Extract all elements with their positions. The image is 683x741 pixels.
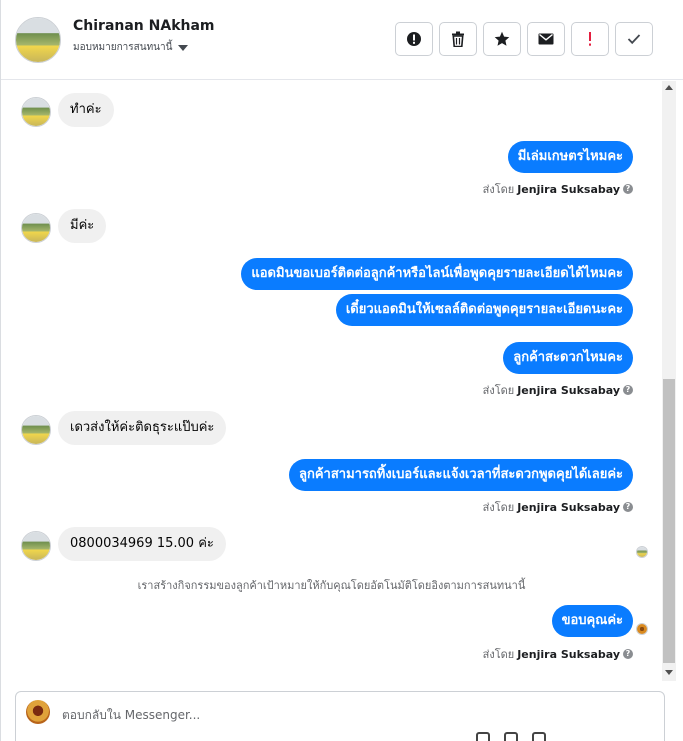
sender-name: Jenjira Suksabay: [517, 500, 620, 514]
conversation-panel: Chiranan NAkham มอบหมายการสนทนานี้ ทำค่ะ…: [0, 0, 683, 741]
conversation-header: Chiranan NAkham มอบหมายการสนทนานี้: [1, 0, 683, 80]
contact-avatar-small: [21, 531, 51, 561]
composer-toolbar: [476, 732, 546, 741]
outgoing-message[interactable]: เดี๋ยวแอดมินให้เซลล์ติดต่อพูดคุยรายละเอี…: [335, 294, 633, 326]
check-icon: [627, 34, 641, 45]
delete-button[interactable]: [439, 22, 477, 56]
page-avatar: [26, 700, 50, 724]
incoming-message[interactable]: 0800034969 15.00 ค่ะ: [58, 527, 226, 561]
assign-conversation-dropdown[interactable]: มอบหมายการสนทนานี้: [73, 40, 189, 55]
star-button[interactable]: [483, 22, 521, 56]
thread-scrollbar[interactable]: [662, 81, 676, 681]
help-icon[interactable]: ?: [623, 385, 633, 395]
contact-avatar-small: [21, 97, 51, 127]
read-receipt-avatar: [636, 623, 648, 635]
sent-by-prefix: ส่งโดย: [482, 501, 515, 514]
image-icon[interactable]: [532, 732, 546, 741]
caret-down-icon: [178, 44, 189, 51]
incoming-message[interactable]: ทำค่ะ: [58, 93, 114, 127]
sent-by-prefix: ส่งโดย: [482, 183, 515, 196]
contact-avatar-small: [21, 415, 51, 445]
help-icon[interactable]: ?: [623, 649, 633, 659]
sent-by-label: ส่งโดย Jenjira Suksabay ?: [483, 381, 633, 399]
outgoing-message[interactable]: มีเล่มเกษตรไหมคะ: [507, 141, 633, 173]
sender-name: Jenjira Suksabay: [517, 182, 620, 196]
attachment-icon[interactable]: [476, 732, 490, 741]
scrollbar-thumb[interactable]: [663, 379, 675, 663]
exclamation-icon: [589, 32, 591, 46]
star-icon: [494, 31, 510, 46]
reply-input[interactable]: ตอบกลับใน Messenger...: [62, 706, 200, 725]
mark-done-button[interactable]: [615, 22, 653, 56]
contact-avatar[interactable]: [15, 17, 61, 63]
incoming-message[interactable]: มีค่ะ: [58, 209, 107, 243]
seen-indicator-avatar: [636, 546, 648, 558]
scroll-up-arrow-icon[interactable]: [665, 85, 673, 90]
help-icon[interactable]: ?: [623, 184, 633, 194]
reply-composer[interactable]: ตอบกลับใน Messenger...: [15, 691, 665, 741]
follow-up-button[interactable]: [571, 22, 609, 56]
system-note: เราสร้างกิจกรรมของลูกค้าเป้าหมายให้กับคุ…: [137, 579, 526, 592]
outgoing-message[interactable]: ขอบคุณค่ะ: [551, 605, 633, 637]
sent-by-label: ส่งโดย Jenjira Suksabay ?: [483, 498, 633, 516]
alert-circle-icon: [407, 32, 421, 46]
sent-by-prefix: ส่งโดย: [482, 384, 515, 397]
mark-unread-button[interactable]: [527, 22, 565, 56]
sender-name: Jenjira Suksabay: [517, 383, 620, 397]
sent-by-label: ส่งโดย Jenjira Suksabay ?: [483, 180, 633, 198]
trash-icon: [452, 31, 464, 47]
help-icon[interactable]: ?: [623, 502, 633, 512]
mail-icon: [538, 33, 554, 45]
sender-name: Jenjira Suksabay: [517, 647, 620, 661]
scroll-down-arrow-icon[interactable]: [665, 670, 673, 675]
outgoing-message[interactable]: ลูกค้าสะดวกไหมคะ: [503, 342, 633, 374]
incoming-message[interactable]: เดวส่งให้ค่ะติดธุระแป๊บค่ะ: [58, 411, 227, 445]
mark-spam-button[interactable]: [395, 22, 433, 56]
outgoing-message[interactable]: แอดมินขอเบอร์ติดต่อลูกค้าหรือไลน์เพื่อพู…: [241, 258, 633, 290]
header-actions: [395, 22, 653, 56]
assign-label: มอบหมายการสนทนานี้: [73, 42, 173, 53]
emoji-icon[interactable]: [504, 732, 518, 741]
sent-by-prefix: ส่งโดย: [482, 648, 515, 661]
contact-avatar-small: [21, 213, 51, 243]
message-thread[interactable]: ทำค่ะ มีเล่มเกษตรไหมคะ ส่งโดย Jenjira Su…: [1, 81, 662, 681]
outgoing-message[interactable]: ลูกค้าสามารถทิ้งเบอร์และแจ้งเวลาที่สะดวก…: [289, 459, 633, 491]
contact-name[interactable]: Chiranan NAkham: [73, 18, 215, 34]
sent-by-label: ส่งโดย Jenjira Suksabay ?: [483, 645, 633, 663]
